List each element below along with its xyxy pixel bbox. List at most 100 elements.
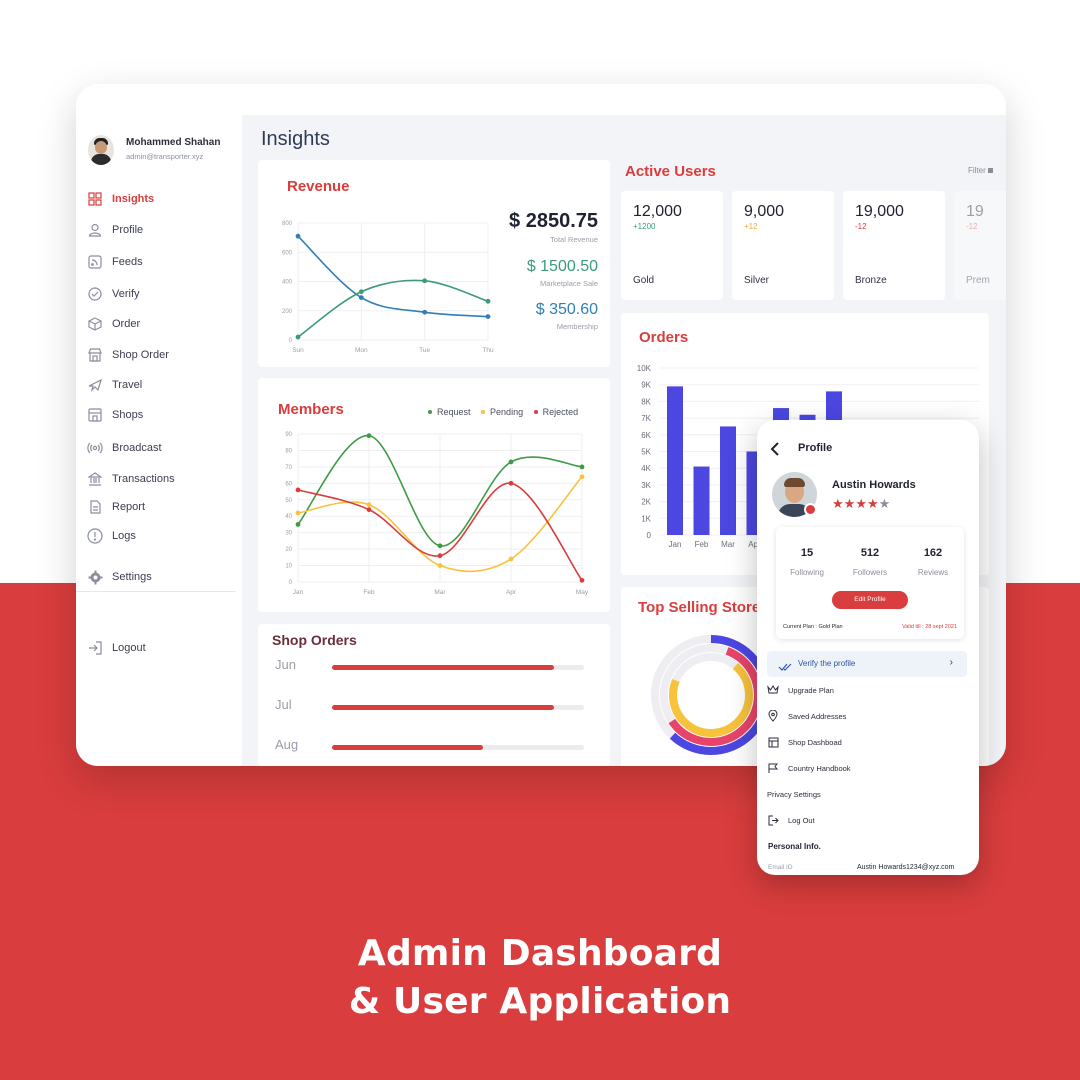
active-users-title: Active Users [625, 163, 716, 180]
stat-followers[interactable]: 512 Followers [839, 547, 901, 577]
sidebar-item-label: Report [112, 501, 146, 513]
data-point [508, 480, 514, 486]
shop-orders-title: Shop Orders [272, 632, 357, 648]
revenue-title: Revenue [287, 178, 350, 195]
profile-screen-title: Profile [798, 442, 833, 454]
stat-reviews[interactable]: 162 Reviews [902, 547, 964, 577]
stat-following[interactable]: 15 Following [776, 547, 838, 577]
shop-order-month: Jun [275, 657, 296, 672]
sidebar-item-logout[interactable]: Logout [87, 638, 146, 658]
y-tick-label: 4K [641, 464, 651, 473]
user-email: admin@transporter.xyz [126, 152, 204, 161]
data-point [485, 314, 491, 319]
y-tick-label: 90 [285, 432, 292, 438]
star-icon: ★ [866, 496, 879, 511]
sidebar-item-travel[interactable]: Travel [87, 375, 142, 395]
sidebar-item-insights[interactable]: Insights [87, 189, 154, 209]
users-change: +1200 [633, 222, 656, 231]
y-tick-label: 2K [641, 498, 651, 507]
menu-saved-addresses[interactable]: Saved Addresses [767, 709, 846, 723]
user-name: Mohammed Shahan [126, 137, 221, 148]
sidebar-item-logs[interactable]: Logs [87, 526, 136, 546]
star-icon: ★ [832, 496, 844, 511]
y-tick-label: 30 [285, 531, 292, 537]
filter-label: Filter [968, 166, 986, 175]
menu-country-handbook[interactable]: Country Handbook [767, 761, 851, 775]
stat-label: Followers [852, 568, 888, 577]
y-tick-label: 1K [641, 514, 651, 523]
back-arrow-icon[interactable] [770, 442, 782, 456]
broadcast-icon [87, 440, 103, 456]
data-point [437, 563, 443, 568]
menu-log-out[interactable]: Log Out [767, 813, 815, 827]
total-revenue-label: Total Revenue [550, 235, 598, 244]
membership-value: $ 350.60 [535, 301, 598, 318]
x-tick-label: Mar [434, 589, 446, 596]
star-icon: ★ [878, 496, 891, 511]
current-plan-text: Current Plan : Gold Plan [783, 624, 843, 630]
x-tick-label: Apr [506, 589, 517, 596]
chevron-right-icon: › [949, 657, 953, 668]
sidebar-item-report[interactable]: Report [87, 497, 145, 517]
shop-order-track [332, 745, 584, 750]
user-avatar[interactable] [88, 135, 114, 165]
sidebar-item-broadcast[interactable]: Broadcast [87, 438, 162, 458]
shop-order-fill [332, 745, 484, 750]
edit-avatar-icon[interactable] [804, 503, 817, 516]
sidebar-item-shops[interactable]: Shops [87, 405, 143, 425]
top-selling-title: Top Selling Store [638, 599, 761, 616]
y-tick-label: 3K [641, 481, 651, 490]
menu-shop-dashboard[interactable]: Shop Dashboad [767, 735, 842, 749]
rating-stars: ★★★★★ [832, 496, 890, 512]
users-change: -12 [855, 222, 867, 231]
x-tick-label: Mar [721, 540, 735, 549]
orders-title: Orders [639, 329, 689, 346]
sidebar-item-label: Shop Order [112, 349, 169, 361]
y-tick-label: 0 [289, 580, 293, 586]
data-point [485, 298, 491, 304]
sidebar-item-transactions[interactable]: Transactions [87, 469, 175, 489]
revenue-card: Revenue 0 200 400 600 800 Sun Mon Tue Thu $ 2850… [258, 160, 610, 367]
y-tick-label: 0 [289, 338, 293, 344]
menu-privacy-settings[interactable]: Privacy Settings [767, 787, 821, 801]
users-tier: Bronze [855, 275, 887, 286]
shop-order-month: Aug [275, 737, 299, 752]
bar [693, 466, 710, 535]
users-count: 19,000 [855, 203, 904, 220]
y-tick-label: 400 [282, 280, 293, 286]
data-point [295, 487, 301, 493]
active-users-card-silver[interactable]: 9,000 +12 Silver [732, 191, 834, 300]
shop-order-fill [332, 705, 554, 710]
active-users-card-gold[interactable]: 12,000 +1200 Gold [621, 191, 723, 300]
active-users-card-premium[interactable]: 19 -12 Prem [954, 191, 1006, 300]
sidebar-item-label: Shops [112, 409, 144, 421]
profile-stats-card: 15 Following 512 Followers 162 Reviews E… [776, 527, 964, 639]
gear-icon [87, 569, 103, 585]
edit-profile-button[interactable]: Edit Profile [832, 591, 908, 609]
location-pin-icon [767, 710, 779, 722]
sidebar-item-order[interactable]: Order [87, 314, 140, 334]
sidebar-item-profile[interactable]: Profile [87, 220, 143, 240]
sidebar-item-verify[interactable]: Verify [87, 284, 140, 304]
active-users-card-bronze[interactable]: 19,000 -12 Bronze [843, 191, 945, 300]
y-tick-label: 80 [285, 448, 292, 454]
sidebar-item-label: Logs [112, 530, 136, 542]
membership-label: Membership [556, 322, 598, 331]
verify-profile-row[interactable]: Verify the profile › [767, 651, 967, 677]
legend-pending: Pending [481, 407, 523, 417]
bar [667, 386, 683, 535]
data-point [295, 510, 301, 516]
sidebar-item-feeds[interactable]: Feeds [87, 252, 143, 272]
menu-upgrade-plan[interactable]: Upgrade Plan [767, 683, 834, 697]
sidebar-item-shop-order[interactable]: Shop Order [87, 345, 169, 365]
x-tick-label: Tue [419, 347, 430, 354]
stat-number: 15 [800, 547, 814, 559]
sidebar-divider [76, 591, 236, 592]
shop-orders-card: Shop Orders Jun Jul Aug [258, 624, 610, 766]
sidebar-item-settings[interactable]: Settings [87, 567, 152, 587]
x-tick-label: Feb [695, 540, 709, 549]
user-icon [87, 222, 103, 238]
members-legend: Request Pending Rejected [428, 407, 586, 417]
filter-button[interactable]: Filter [968, 166, 994, 175]
hero-line-1: Admin Dashboard [357, 933, 723, 974]
